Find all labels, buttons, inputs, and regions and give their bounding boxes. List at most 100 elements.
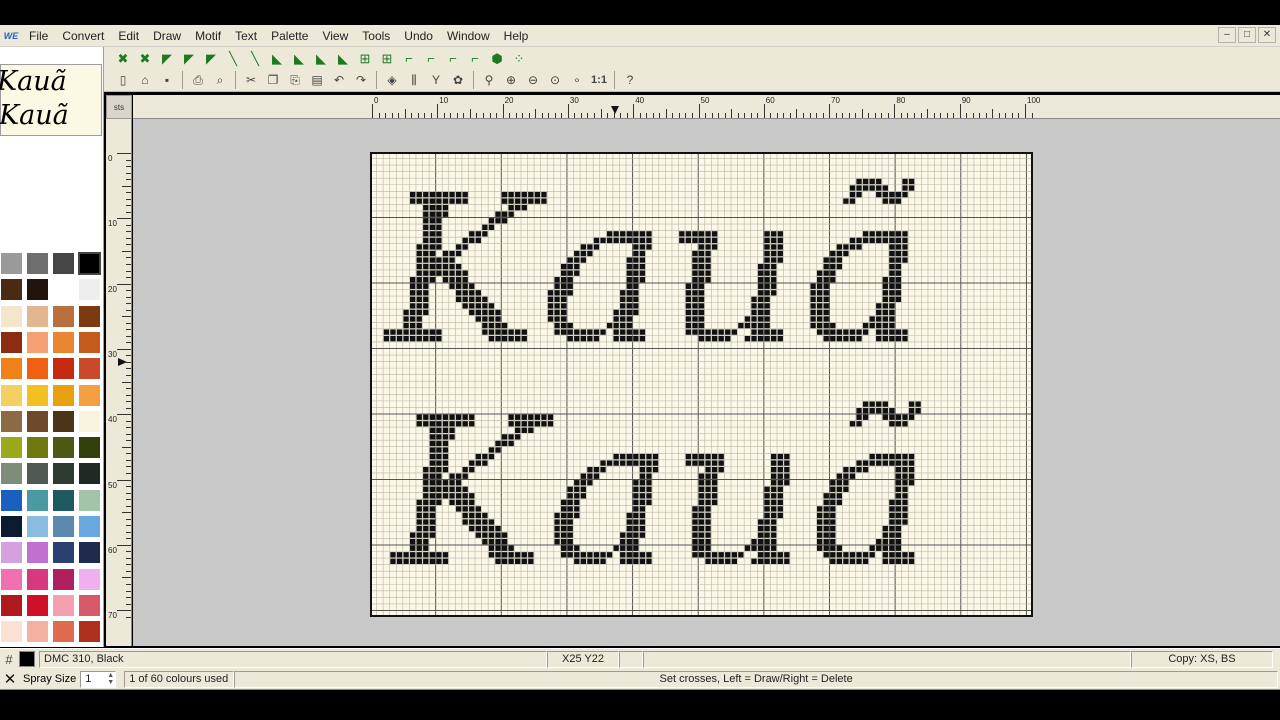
stitch-cell[interactable] [646,499,652,506]
stitch-cell[interactable] [606,231,613,237]
stitch-cell[interactable] [442,250,449,257]
stitch-cell[interactable] [455,263,462,270]
menu-tools[interactable]: Tools [355,26,397,46]
stitch-cell[interactable] [429,519,436,525]
stitch-cell[interactable] [698,250,705,257]
stitch-cell[interactable] [685,460,692,466]
stitch-cell[interactable] [895,231,902,237]
stitch-cell[interactable] [771,335,777,342]
stitch-cell[interactable] [620,545,626,551]
stitch-cell[interactable] [711,552,718,558]
stitch-cell[interactable] [423,512,429,519]
stitch-cell[interactable] [639,460,646,466]
stitch-cell[interactable] [436,414,442,420]
stitch-cell[interactable] [495,322,501,329]
stitch-cell[interactable] [718,329,724,335]
stitch-cell[interactable] [521,191,527,198]
stitch-cell[interactable] [449,427,455,434]
stitch-cell[interactable] [475,231,481,237]
stitch-cell[interactable] [436,263,442,270]
stitch-cell[interactable] [751,329,757,335]
palette-swatch[interactable] [78,278,101,302]
stitch-cell[interactable] [416,270,422,276]
stitch-cell[interactable] [895,519,902,525]
stitch-cell[interactable] [409,552,416,558]
stitch-cell[interactable] [705,519,711,525]
stitch-cell[interactable] [692,460,698,466]
stitch-cell[interactable] [698,499,705,506]
stitch-cell[interactable] [862,237,869,244]
stitch-cell[interactable] [567,493,573,499]
stitch-cell[interactable] [711,480,718,486]
stitch-cell[interactable] [777,257,783,263]
stitch-cell[interactable] [757,558,764,565]
print-preview-icon[interactable]: ⌕ [209,70,231,90]
stitch-cell[interactable] [843,473,849,479]
stitch-cell[interactable] [882,277,888,283]
stitch-cell[interactable] [521,421,527,427]
half-stitch-icon[interactable]: ◤ [178,49,200,69]
stitch-cell[interactable] [528,191,534,198]
menu-window[interactable]: Window [440,26,497,46]
stitch-cell[interactable] [475,532,481,538]
stitch-cell[interactable] [620,303,626,309]
stitch-cell[interactable] [560,322,567,329]
stitch-cell[interactable] [449,191,455,198]
stitch-cell[interactable] [784,460,790,466]
stitch-cell[interactable] [646,552,652,558]
stitch-cell[interactable] [488,545,495,551]
stitch-cell[interactable] [816,316,823,322]
stitch-cell[interactable] [895,466,902,473]
stitch-cell[interactable] [423,283,429,289]
stitch-cell[interactable] [757,322,764,329]
stitch-cell[interactable] [823,277,829,283]
stitch-cell[interactable] [698,296,705,303]
stitch-cell[interactable] [475,519,481,525]
stitch-cell[interactable] [429,434,436,440]
threads-icon[interactable]: ⫼ [403,70,425,90]
stitch-cell[interactable] [423,244,429,250]
stitch-cell[interactable] [876,329,882,335]
stitch-cell[interactable] [705,335,711,342]
stitch-cell[interactable] [889,244,895,250]
stitch-cell[interactable] [705,250,711,257]
palette-swatch[interactable] [26,330,49,354]
stitch-cell[interactable] [455,499,462,506]
stitch-cell[interactable] [698,539,705,545]
stitch-cell[interactable] [718,552,724,558]
stitch-cell[interactable] [882,316,888,322]
stitch-cell[interactable] [455,277,462,283]
stitch-cell[interactable] [429,224,436,230]
stitch-cell[interactable] [442,440,449,447]
stitch-cell[interactable] [462,466,468,473]
palette-swatch[interactable] [52,383,75,407]
stitch-cell[interactable] [816,539,823,545]
palette-swatch[interactable] [78,330,101,354]
stitch-cell[interactable] [409,198,416,204]
stitch-cell[interactable] [436,447,442,453]
open-icon[interactable]: ⌂ [134,70,156,90]
palette-swatch[interactable] [0,436,23,460]
stitch-cell[interactable] [889,329,895,335]
palette-swatch[interactable] [26,304,49,328]
stitch-cell[interactable] [810,296,816,303]
stitch-cell[interactable] [633,460,639,466]
stitch-cell[interactable] [606,322,613,329]
stitch-cell[interactable] [777,493,783,499]
stitch-cell[interactable] [692,309,698,316]
stitch-cell[interactable] [613,453,619,460]
stitch-cell[interactable] [705,257,711,263]
stitch-cell[interactable] [889,263,895,270]
stitch-cell[interactable] [423,552,429,558]
stitch-cell[interactable] [764,329,770,335]
stitch-cell[interactable] [475,303,481,309]
stitch-cell[interactable] [416,552,422,558]
menu-file[interactable]: File [22,26,55,46]
stitch-cell[interactable] [409,335,416,342]
stitch-cell[interactable] [416,421,422,427]
stitch-cell[interactable] [823,525,829,532]
stitch-cell[interactable] [534,198,541,204]
stitch-cell[interactable] [482,316,488,322]
stitch-cell[interactable] [488,532,495,538]
stitch-cell[interactable] [521,335,527,342]
